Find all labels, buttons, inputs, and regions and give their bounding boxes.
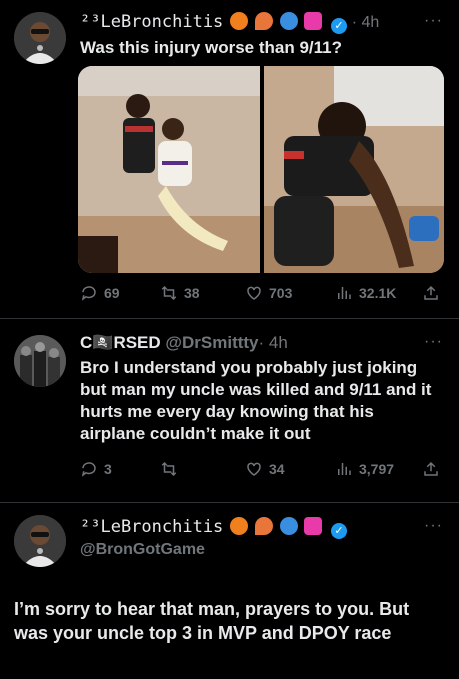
tweet-text: Was this injury worse than 9/11? [80,38,342,57]
reply-icon [81,462,96,477]
action-bar: 3 34 3,797 [80,460,444,482]
like-icon [247,286,261,300]
verified-icon: ✓ [330,523,347,539]
tweet-focused[interactable]: ²³LeBronchitis ✓ @BronGotGame ··· I’m so… [0,503,459,679]
like-icon [247,462,261,476]
views-button[interactable]: 32.1K [335,284,396,302]
photo-left[interactable] [78,66,260,273]
reply-button[interactable]: 3 [80,460,112,478]
tweet-reply[interactable]: C🏴‍☠️RSED @DrSmittty· 4h ··· Bro I under… [0,319,459,503]
display-name[interactable]: ²³LeBronchitis ✓ · 4h [80,12,379,34]
more-icon[interactable]: ··· [424,12,443,30]
globe-icon [279,12,298,30]
views-button[interactable]: 3,797 [335,460,394,478]
tweet-text: Bro I understand you probably just jokin… [80,358,432,443]
reply-button[interactable]: 69 [80,284,120,302]
views-icon [338,463,351,475]
share-icon [424,285,438,300]
handle[interactable]: @DrSmittty [165,333,258,352]
retweet-icon [161,461,177,477]
globe-icon [279,517,298,535]
ice-cream-icon [254,517,273,535]
like-button[interactable]: 34 [245,460,285,478]
more-icon[interactable]: ··· [424,517,443,535]
tweet-text: I’m sorry to hear that man, prayers to y… [14,599,410,643]
photo-right[interactable] [264,66,444,273]
timestamp[interactable]: · 4h [259,333,288,352]
timestamp[interactable]: · 4h [352,14,380,31]
like-button[interactable]: 703 [245,284,292,302]
retweet-button[interactable] [160,460,184,478]
action-bar: 69 38 703 32.1K [80,284,444,306]
share-button[interactable] [422,460,440,478]
avatar-drsmittty[interactable] [14,335,66,387]
basketball-icon [230,12,249,30]
handle[interactable]: @BronGotGame [80,541,205,559]
display-name[interactable]: ²³LeBronchitis ✓ [80,517,347,539]
retweet-button[interactable]: 38 [160,284,200,302]
tweet-media[interactable] [78,66,444,273]
views-icon [338,287,351,299]
avatar-lebronchitis[interactable] [14,12,66,64]
retweet-icon [161,285,177,301]
more-icon[interactable]: ··· [424,333,443,351]
share-button[interactable] [422,284,440,302]
display-name[interactable]: C🏴‍☠️RSED @DrSmittty· 4h [80,333,288,353]
verified-icon: ✓ [330,18,347,34]
tweet-original[interactable]: ²³LeBronchitis ✓ · 4h ··· Was this injur… [0,0,459,318]
reply-icon [81,286,96,301]
basketball-icon [230,517,249,535]
share-icon [424,461,438,476]
hearts-icon [304,517,323,535]
ice-cream-icon [254,12,273,30]
hearts-icon [304,12,323,30]
avatar-lebronchitis[interactable] [14,515,66,567]
